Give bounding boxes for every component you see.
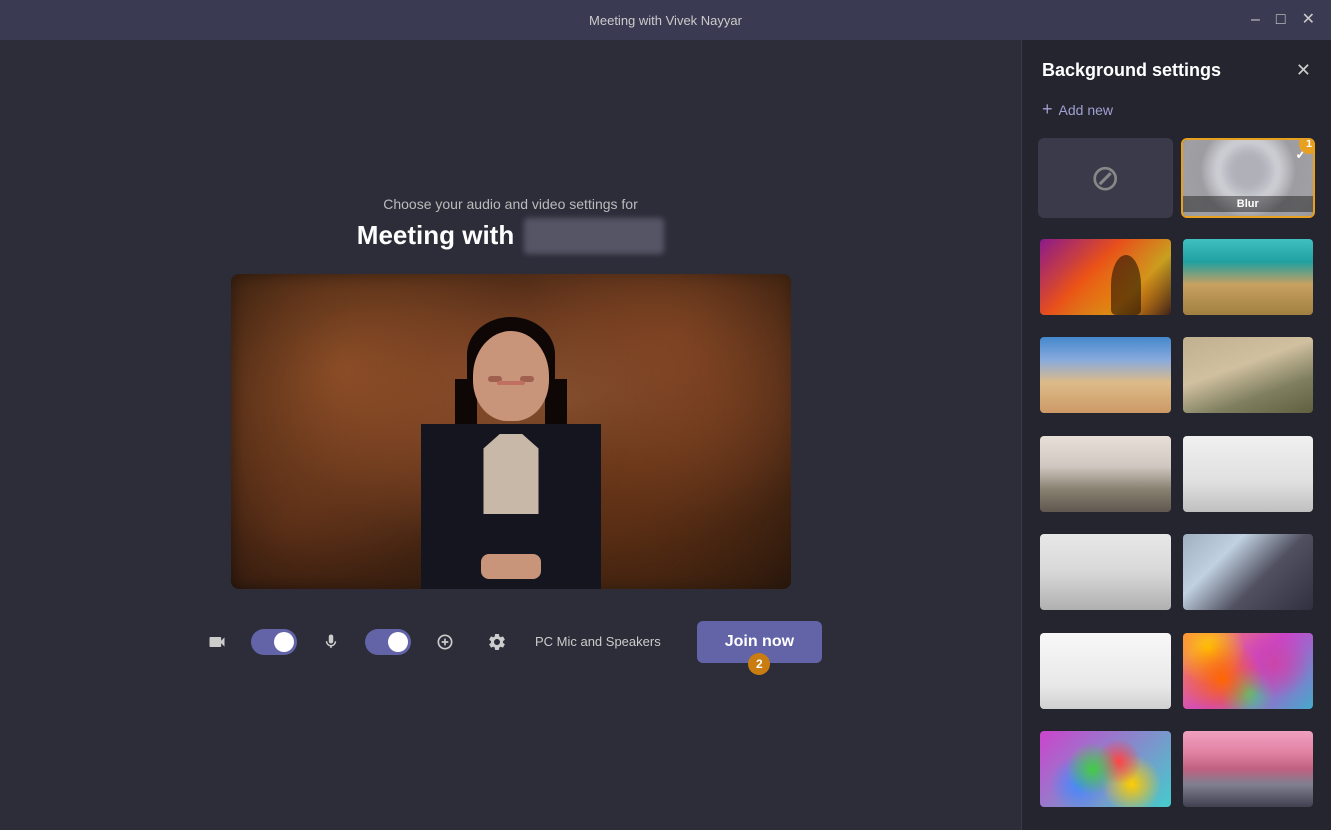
mic-icon bbox=[322, 632, 340, 652]
meeting-name-blurred bbox=[524, 218, 664, 254]
bg-concert-item[interactable] bbox=[1038, 237, 1173, 317]
camera-icon bbox=[207, 632, 227, 652]
minimize-button[interactable]: – bbox=[1251, 12, 1260, 28]
bg-colorful-balls-inner bbox=[1183, 633, 1314, 709]
panel-header: Background settings ✕ bbox=[1022, 40, 1331, 91]
background-settings-panel: Background settings ✕ + Add new ⊘ ✓ Blur bbox=[1021, 40, 1331, 830]
camera-toggle[interactable] bbox=[251, 629, 297, 655]
window-controls: – □ ✕ bbox=[1251, 12, 1315, 28]
lapel-right bbox=[421, 424, 601, 504]
bg-modern-interior-inner bbox=[1183, 534, 1314, 610]
bg-bridge-inner bbox=[1183, 731, 1314, 807]
mic-button[interactable] bbox=[313, 624, 349, 660]
bg-bedroom-inner bbox=[1040, 436, 1171, 512]
setup-text: Choose your audio and video settings for bbox=[383, 196, 638, 212]
bg-blur-item[interactable]: ✓ Blur 1 bbox=[1181, 138, 1316, 218]
bg-studio-inner bbox=[1040, 534, 1171, 610]
bg-none-inner: ⊘ bbox=[1040, 140, 1171, 216]
bg-white-room-item[interactable] bbox=[1181, 434, 1316, 514]
lips bbox=[497, 381, 525, 385]
effects-icon bbox=[435, 632, 455, 652]
add-new-label: Add new bbox=[1059, 102, 1113, 118]
audio-settings-button[interactable] bbox=[479, 624, 515, 660]
dancer-figure bbox=[1111, 255, 1141, 315]
head bbox=[473, 331, 549, 421]
bg-city-item[interactable] bbox=[1038, 335, 1173, 415]
bg-corridor-item[interactable] bbox=[1181, 237, 1316, 317]
panel-title: Background settings bbox=[1042, 60, 1221, 81]
bg-none-item[interactable]: ⊘ bbox=[1038, 138, 1173, 218]
controls-bar: PC Mic and Speakers Join now 2 bbox=[179, 609, 842, 675]
bg-modern-interior-item[interactable] bbox=[1181, 532, 1316, 612]
bg-bubbles-inner bbox=[1040, 731, 1171, 807]
audio-device-label: PC Mic and Speakers bbox=[535, 634, 661, 649]
main-area: Choose your audio and video settings for… bbox=[0, 40, 1021, 830]
bg-corridor-inner bbox=[1183, 239, 1314, 315]
meeting-title-label: Meeting with bbox=[357, 220, 514, 251]
join-button-label: Join now bbox=[725, 633, 794, 650]
window-title: Meeting with Vivek Nayyar bbox=[589, 13, 742, 28]
mic-toggle-knob bbox=[388, 632, 408, 652]
bg-white-minimal-item[interactable] bbox=[1038, 631, 1173, 711]
meeting-title-row: Meeting with bbox=[357, 218, 664, 254]
bg-colorful-balls-item[interactable] bbox=[1181, 631, 1316, 711]
bg-minimal-office-inner bbox=[1183, 337, 1314, 413]
bg-minimal-office-item[interactable] bbox=[1181, 335, 1316, 415]
effects-button[interactable] bbox=[427, 624, 463, 660]
bg-bubbles-item[interactable] bbox=[1038, 729, 1173, 809]
titlebar: Meeting with Vivek Nayyar – □ ✕ bbox=[0, 0, 1331, 40]
join-now-button[interactable]: Join now 2 bbox=[697, 621, 822, 663]
no-background-icon: ⊘ bbox=[1090, 157, 1120, 199]
bg-city-inner bbox=[1040, 337, 1171, 413]
person-figure bbox=[401, 289, 621, 589]
main-layout: Choose your audio and video settings for… bbox=[0, 40, 1331, 830]
add-new-background-button[interactable]: + Add new bbox=[1022, 91, 1331, 128]
join-badge: 2 bbox=[748, 653, 770, 675]
gear-icon bbox=[487, 632, 507, 652]
plus-icon: + bbox=[1042, 99, 1053, 120]
panel-close-button[interactable]: ✕ bbox=[1296, 60, 1311, 81]
maximize-button[interactable]: □ bbox=[1276, 12, 1286, 28]
bg-white-room-inner bbox=[1183, 436, 1314, 512]
blazer bbox=[421, 424, 601, 589]
camera-toggle-knob bbox=[274, 632, 294, 652]
bg-bridge-item[interactable] bbox=[1181, 729, 1316, 809]
hands bbox=[481, 554, 541, 579]
camera-button[interactable] bbox=[199, 624, 235, 660]
bg-white-minimal-inner bbox=[1040, 633, 1171, 709]
window-close-button[interactable]: ✕ bbox=[1302, 12, 1315, 28]
bg-bedroom-item[interactable] bbox=[1038, 434, 1173, 514]
bg-concert-inner bbox=[1040, 239, 1171, 315]
bg-studio-item[interactable] bbox=[1038, 532, 1173, 612]
blur-label: Blur bbox=[1183, 196, 1314, 212]
mic-toggle[interactable] bbox=[365, 629, 411, 655]
video-preview bbox=[231, 274, 791, 589]
background-grid: ⊘ ✓ Blur 1 bbox=[1022, 128, 1331, 830]
